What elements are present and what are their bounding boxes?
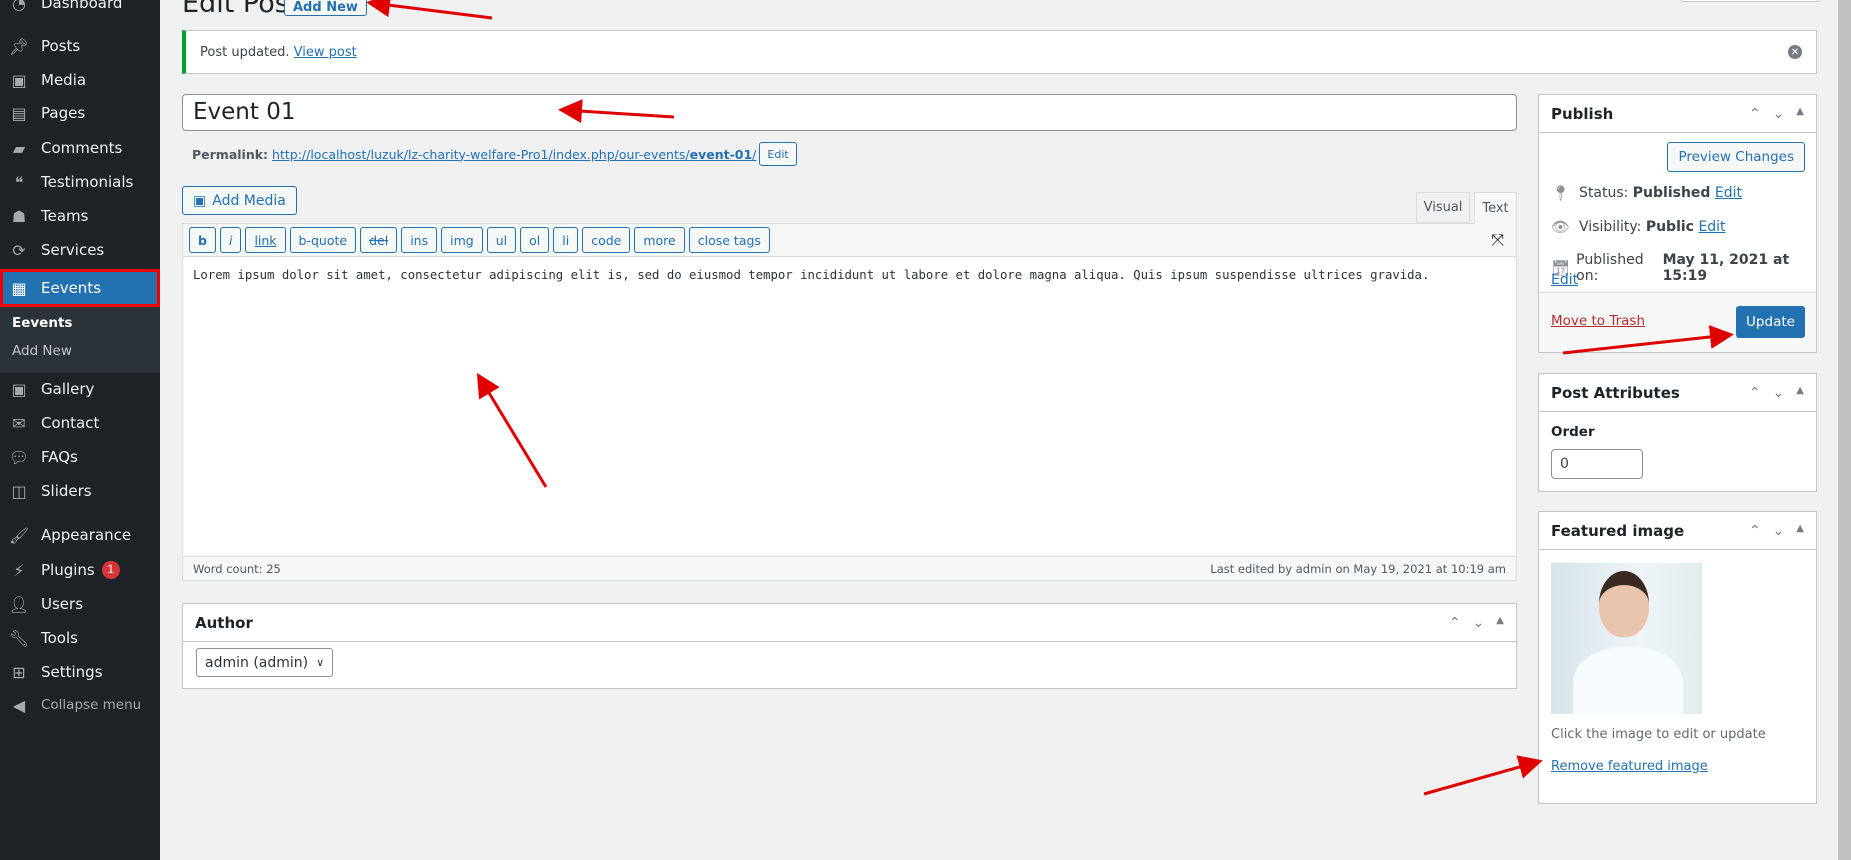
arrow-update [1562, 325, 1734, 355]
arrow-title [558, 99, 675, 124]
arrow-content [476, 372, 548, 488]
arrow-add-new [366, 0, 493, 20]
annotation-arrows [366, 0, 1734, 796]
arrow-featured [1423, 755, 1543, 796]
tab-text[interactable]: Text [1474, 192, 1517, 224]
